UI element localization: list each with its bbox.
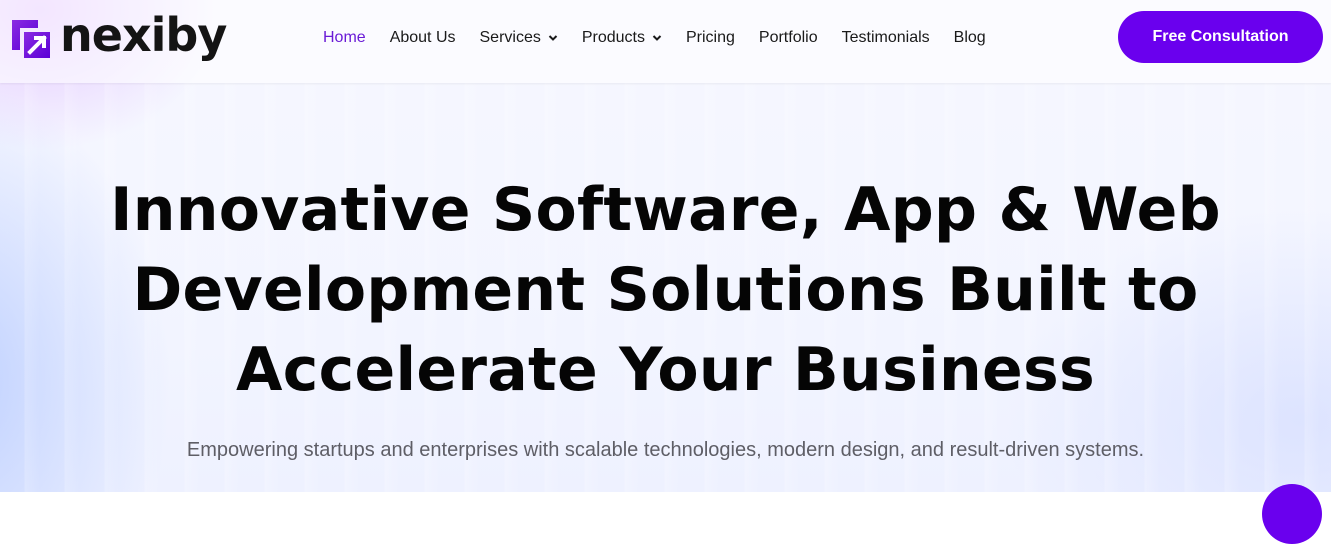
- nav-item-label: Pricing: [686, 29, 735, 46]
- nav-item-blog[interactable]: Blog: [954, 29, 986, 47]
- nav-item-portfolio[interactable]: Portfolio: [759, 29, 818, 47]
- hero-title: Innovative Software, App & Web Developme…: [80, 170, 1251, 410]
- nav-item-testimonials[interactable]: Testimonials: [842, 29, 930, 47]
- nav-item-label: Portfolio: [758, 29, 818, 46]
- hero-title-line: Development Solutions Built to: [132, 255, 1199, 325]
- nav-item-home[interactable]: Home: [323, 29, 366, 47]
- nav-item-label: Home: [323, 29, 366, 46]
- site-header: nexiby Home About Us Services Products P…: [0, 0, 1331, 83]
- nav-item-label: Testimonials: [841, 29, 930, 46]
- nav-item-label: Products: [581, 29, 645, 46]
- nav-item-products[interactable]: Products: [582, 29, 662, 47]
- chevron-down-icon: [548, 35, 558, 41]
- brand-logo[interactable]: nexiby: [10, 8, 227, 64]
- hero-title-line: Accelerate Your Business: [236, 335, 1095, 405]
- nav-item-services[interactable]: Services: [480, 29, 558, 47]
- hero-subtitle: Empowering startups and enterprises with…: [186, 439, 1145, 461]
- brand-name: nexiby: [60, 8, 227, 62]
- nav-item-label: Services: [479, 29, 541, 46]
- nav-item-pricing[interactable]: Pricing: [686, 29, 735, 47]
- nav-item-about-us[interactable]: About Us: [390, 29, 456, 47]
- arrow-square-icon: [12, 20, 50, 58]
- free-consultation-button[interactable]: Free Consultation: [1118, 11, 1323, 63]
- main-nav: Home About Us Services Products Pricing …: [323, 26, 986, 50]
- nav-item-label: About Us: [389, 29, 456, 46]
- hero-title-line: Innovative Software, App & Web: [110, 175, 1221, 245]
- nav-item-label: Blog: [953, 29, 986, 46]
- chat-bubble-icon[interactable]: [1262, 484, 1322, 544]
- chevron-down-icon: [652, 35, 662, 41]
